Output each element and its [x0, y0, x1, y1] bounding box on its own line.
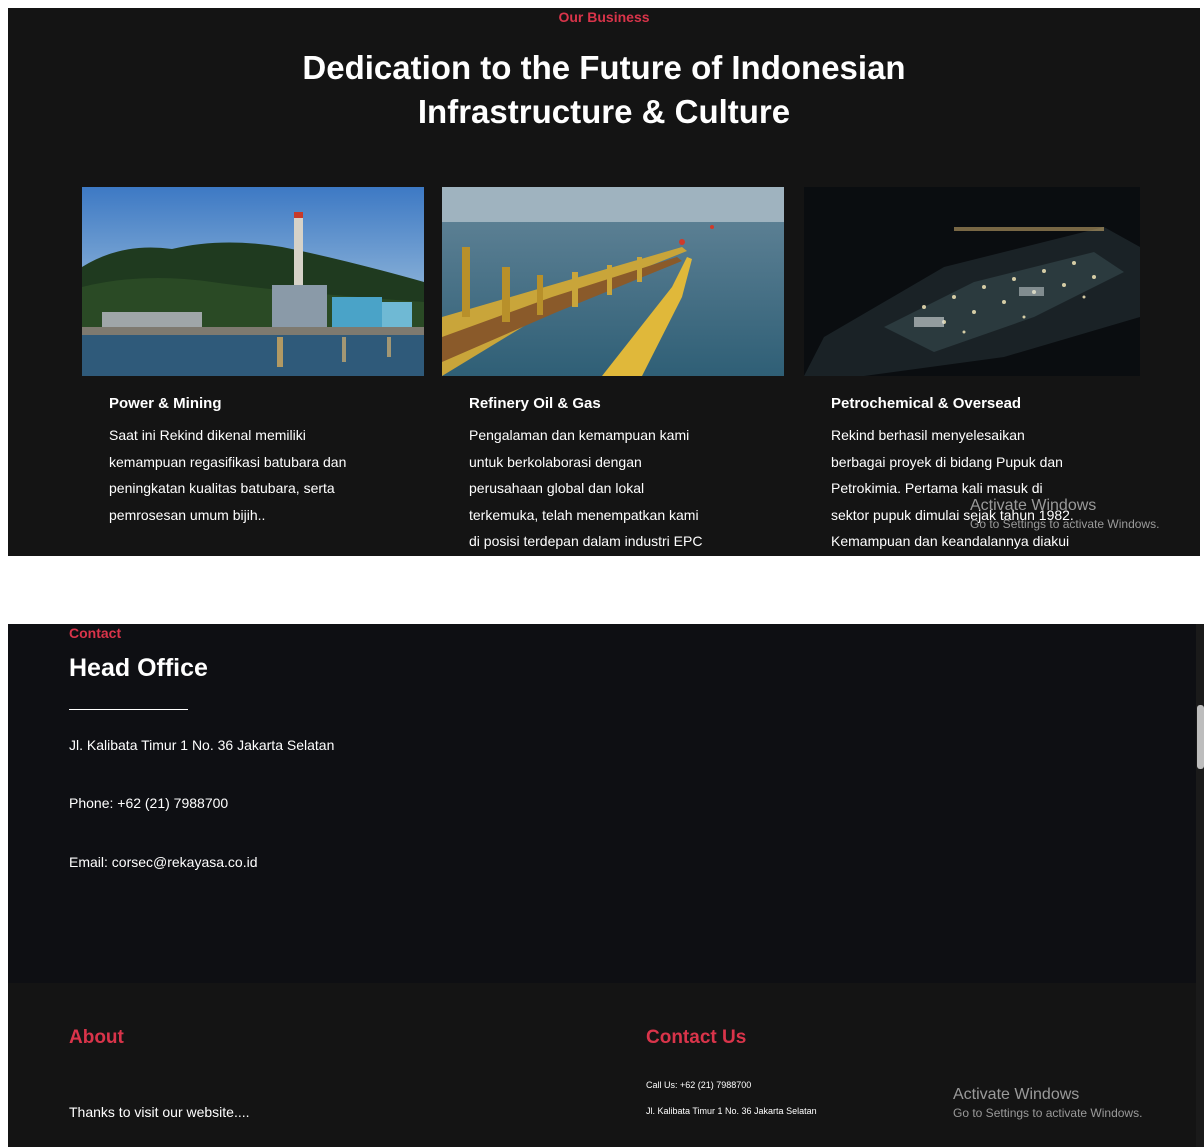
scrollbar-thumb[interactable]	[1197, 705, 1204, 769]
activate-windows-watermark: Activate Windows Go to Settings to activ…	[953, 1086, 1143, 1120]
contact-section: Contact Head Office Jl. Kalibata Timur 1…	[8, 624, 1200, 983]
title-divider	[69, 709, 188, 710]
contact-eyebrow: Contact	[69, 625, 122, 641]
site-footer: About Thanks to visit our website.... Co…	[8, 983, 1200, 1147]
our-business-section: Our Business Dedication to the Future of…	[8, 8, 1200, 556]
office-phone: Phone: +62 (21) 7988700	[69, 795, 229, 811]
card-title: Refinery Oil & Gas	[469, 395, 601, 412]
petrochemical-plant-image	[804, 187, 1140, 376]
office-email: Email: corsec@rekayasa.co.id	[69, 854, 258, 870]
footer-about-title: About	[69, 1027, 124, 1048]
footer-about-text: Thanks to visit our website....	[69, 1104, 250, 1120]
footer-call: Call Us: +62 (21) 7988700	[646, 1080, 752, 1090]
card-description: Saat ini Rekind dikenal memiliki kemampu…	[109, 427, 347, 523]
activate-windows-watermark: Activate Windows Go to Settings to activ…	[970, 497, 1160, 531]
head-office-title: Head Office	[69, 654, 208, 682]
footer-contact-title: Contact Us	[646, 1027, 747, 1048]
page-scrollbar[interactable]	[1196, 624, 1204, 1147]
title-line-1: Dedication to the Future of Indonesian	[302, 49, 906, 86]
office-address: Jl. Kalibata Timur 1 No. 36 Jakarta Sela…	[69, 737, 335, 753]
power-plant-image	[82, 187, 424, 376]
card-description: Rekind berhasil menyelesaikan berbagai p…	[831, 427, 1074, 549]
section-title: Dedication to the Future of Indonesian I…	[8, 46, 1200, 134]
footer-address: Jl. Kalibata Timur 1 No. 36 Jakarta Sela…	[646, 1106, 817, 1116]
title-line-2: Infrastructure & Culture	[417, 93, 791, 130]
card-title: Petrochemical & Oversead	[831, 395, 1022, 412]
card-description: Pengalaman dan kemampuan kami untuk berk…	[469, 427, 703, 549]
card-title: Power & Mining	[109, 395, 222, 412]
section-eyebrow: Our Business	[558, 9, 650, 25]
offshore-pipeline-image	[442, 187, 784, 376]
